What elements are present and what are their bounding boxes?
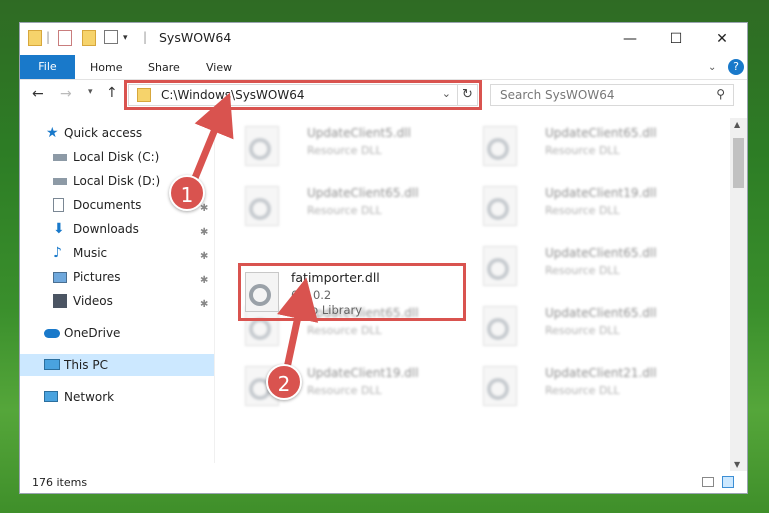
file-item[interactable]: UpdateClient65.dll Resource DLL <box>473 242 703 294</box>
details-view-icon[interactable] <box>702 477 714 487</box>
vertical-scrollbar[interactable]: ▲ ▼ <box>730 118 747 471</box>
tiles-view-icon[interactable] <box>722 476 734 488</box>
pin-icon[interactable]: ✱ <box>200 222 208 244</box>
properties-icon[interactable] <box>58 30 72 46</box>
sidebar-item-local-disk-c[interactable]: Local Disk (C:) <box>20 146 214 168</box>
tab-share[interactable]: Share <box>148 58 180 78</box>
tab-file[interactable]: File <box>20 55 75 79</box>
tab-home[interactable]: Home <box>90 58 122 78</box>
gear-icon <box>249 318 271 340</box>
callout-2: 2 <box>266 364 302 400</box>
separator-icon: | <box>143 30 148 44</box>
customize-toolbar-icon[interactable] <box>104 30 118 44</box>
scrollbar-thumb[interactable] <box>733 138 744 188</box>
search-placeholder: Search SysWOW64 <box>500 88 615 102</box>
file-item[interactable]: UpdateClient65.dll Resource DLL <box>473 302 703 354</box>
tab-view[interactable]: View <box>206 58 232 78</box>
gear-icon <box>249 198 271 220</box>
gear-icon <box>487 378 509 400</box>
file-item[interactable]: UpdateClient5.dll Resource DLL <box>235 122 465 174</box>
window-title: SysWOW64 <box>159 30 232 45</box>
explorer-window: | ▾ | SysWOW64 — ☐ ✕ File Home Share Vie… <box>19 22 748 494</box>
search-input[interactable]: Search SysWOW64 ⚲ <box>490 84 734 106</box>
sidebar-item-onedrive[interactable]: OneDrive <box>20 322 214 344</box>
gear-icon <box>487 318 509 340</box>
sidebar-item-network[interactable]: Network <box>20 386 214 408</box>
file-list: UpdateClient5.dll Resource DLL UpdateCli… <box>215 118 730 463</box>
gear-icon <box>249 138 271 160</box>
sidebar-item-pictures[interactable]: Pictures ✱ <box>20 266 214 288</box>
maximize-button[interactable]: ☐ <box>653 27 699 51</box>
file-item[interactable]: UpdateClient65.dll Resource DLL <box>235 182 465 234</box>
sidebar-item-quick-access[interactable]: ★ Quick access <box>20 122 214 144</box>
sidebar-item-this-pc[interactable]: This PC <box>20 354 214 376</box>
downloads-icon: ⬇ <box>53 221 65 237</box>
navigation-pane: ★ Quick access Local Disk (C:) Local Dis… <box>20 118 214 463</box>
address-highlight-box <box>124 80 482 110</box>
gear-icon <box>487 138 509 160</box>
back-arrow-icon[interactable]: ← <box>32 86 44 102</box>
gear-icon <box>487 258 509 280</box>
folder-icon <box>28 30 42 46</box>
documents-icon <box>53 198 64 212</box>
file-item[interactable]: UpdateClient19.dll Resource DLL <box>473 182 703 234</box>
network-icon <box>44 391 58 402</box>
navigation-bar: ← → ▾ ↑ C:\Windows\SysWOW64 ⌄ ↻ Search S… <box>20 80 747 112</box>
pictures-icon <box>53 272 67 283</box>
chevron-down-icon[interactable]: ▾ <box>123 30 137 46</box>
file-item[interactable]: UpdateClient21.dll Resource DLL <box>473 362 703 414</box>
up-arrow-icon[interactable]: ↑ <box>106 85 118 101</box>
item-count: 176 items <box>32 476 88 489</box>
music-icon: ♪ <box>53 245 62 261</box>
sidebar-item-downloads[interactable]: ⬇ Downloads ✱ <box>20 218 214 240</box>
help-icon[interactable]: ? <box>728 59 744 75</box>
file-highlight-box <box>238 263 466 321</box>
minimize-button[interactable]: — <box>607 27 653 51</box>
cloud-icon <box>44 329 60 338</box>
ribbon-tabs: File Home Share View ⌄ ? <box>20 55 747 80</box>
gear-icon <box>487 198 509 220</box>
pin-icon[interactable]: ✱ <box>200 270 208 292</box>
drive-icon <box>53 154 67 161</box>
scroll-down-icon[interactable]: ▼ <box>734 460 740 469</box>
pin-icon[interactable]: ✱ <box>200 246 208 268</box>
sidebar-item-videos[interactable]: Videos ✱ <box>20 290 214 312</box>
pin-icon[interactable]: ✱ <box>200 294 208 316</box>
new-folder-icon[interactable] <box>82 30 96 46</box>
close-button[interactable]: ✕ <box>699 27 745 51</box>
star-icon: ★ <box>46 125 59 141</box>
videos-icon <box>53 294 67 308</box>
title-bar: | ▾ | SysWOW64 — ☐ ✕ <box>20 23 747 55</box>
computer-icon <box>44 359 60 370</box>
status-bar: 176 items <box>20 471 747 493</box>
drive-icon <box>53 178 67 185</box>
recent-locations-icon[interactable]: ▾ <box>88 87 93 97</box>
callout-1: 1 <box>169 175 205 211</box>
file-item[interactable]: UpdateClient65.dll Resource DLL <box>473 122 703 174</box>
search-icon[interactable]: ⚲ <box>716 87 725 101</box>
forward-arrow-icon[interactable]: → <box>60 86 72 102</box>
scroll-up-icon[interactable]: ▲ <box>734 120 740 129</box>
sidebar-item-music[interactable]: ♪ Music ✱ <box>20 242 214 264</box>
expand-ribbon-icon[interactable]: ⌄ <box>708 58 716 78</box>
